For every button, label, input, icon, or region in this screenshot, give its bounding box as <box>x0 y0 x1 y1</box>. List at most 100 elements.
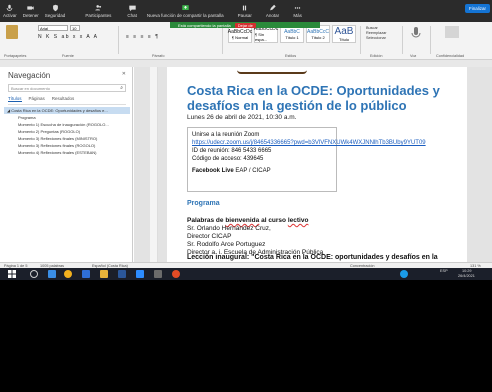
zoom-video-button[interactable]: Detener <box>20 0 42 22</box>
style-name: Título <box>338 37 349 42</box>
share-status-text: Está compartiendo la pantalla <box>178 22 231 28</box>
heading-item[interactable]: Programa <box>4 114 130 121</box>
photos-icon[interactable] <box>154 270 162 278</box>
zoom-audio-button[interactable]: Activar <box>0 0 20 22</box>
stop-share-button[interactable]: Dejar de <box>234 22 256 28</box>
paste-button[interactable] <box>6 25 18 39</box>
style-name: ¶ Sin espa... <box>255 32 268 42</box>
facebook-line: Facebook Live EAP / CICAP <box>192 167 332 175</box>
text-run: al curso <box>259 217 288 224</box>
zoom-more-button[interactable]: Más <box>290 0 305 22</box>
document-date: Lunes 26 de abril de 2021, 10:30 a.m. <box>187 114 297 121</box>
zoom-chat-button[interactable]: Chat <box>124 0 140 22</box>
tab-results[interactable]: Resultados <box>52 96 75 102</box>
navigation-search-input[interactable]: Buscar en documento ⌕ <box>8 84 126 92</box>
zoom-video-label: Detener <box>22 13 39 18</box>
task-view-icon[interactable] <box>48 270 56 278</box>
style-preview: AaB <box>334 26 354 37</box>
dictate-icon[interactable] <box>410 26 422 40</box>
find-button[interactable]: Buscar <box>366 26 386 30</box>
search-placeholder: Buscar en documento <box>11 86 50 91</box>
program-text: Palabras de bienvenida al curso lectivo … <box>187 217 323 257</box>
screen: Activar Detener Seguridad Participantes … <box>0 0 492 280</box>
speaker-line: Director CICAP <box>187 233 232 240</box>
tab-headings[interactable]: Títulos <box>8 96 22 102</box>
access-code: Código de acceso: 439645 <box>192 156 264 162</box>
zoom-annotate-button[interactable]: Anotar <box>263 0 282 22</box>
horizontal-ruler <box>0 60 492 67</box>
ribbon-separator <box>118 26 119 54</box>
select-button[interactable]: Seleccionar <box>366 36 386 40</box>
close-icon[interactable]: ✕ <box>122 71 126 77</box>
search-icon: ⌕ <box>120 85 123 91</box>
text-run: bienvenida <box>225 217 260 224</box>
header-image <box>237 70 307 74</box>
clock-date[interactable]: 26/4/2021 <box>458 273 475 279</box>
word-icon[interactable] <box>118 270 126 278</box>
style-name: ¶ Normal <box>231 34 249 40</box>
chrome-icon[interactable] <box>64 270 72 278</box>
font-size-select[interactable]: 10 <box>70 25 80 31</box>
heading-item[interactable]: ◢ Costa Rica en la OCDE: Oportunidades y… <box>4 107 130 114</box>
zoom-security-label: Seguridad <box>44 13 66 18</box>
navigation-pane: Navegación ✕ Buscar en documento ⌕ Títul… <box>0 67 133 262</box>
document-page[interactable]: Costa Rica en la OCDE: Oportunidades y d… <box>167 67 467 262</box>
ribbon-group-label: Estilos <box>285 54 297 58</box>
speaker-line: Sr. Orlando Hernández Cruz, <box>187 225 271 232</box>
more-dots-icon <box>294 7 301 9</box>
zoom-new-share-button[interactable]: Nueva función de compartir la pantalla <box>144 0 227 22</box>
sensitivity-icon[interactable] <box>445 26 459 38</box>
participants-icon <box>95 5 101 11</box>
share-screen-icon <box>182 5 189 10</box>
zoom-link[interactable]: https://udecr.zoom.us/j/84654336665?pwd=… <box>192 139 426 147</box>
document-area: Costa Rica en la OCDE: Oportunidades y d… <box>134 67 492 262</box>
heading-item[interactable]: Momento 1) Escucha de inauguración (ROGO… <box>4 121 130 128</box>
text-run: lectivo <box>287 217 309 224</box>
navigation-tabs: Títulos Páginas Resultados <box>8 96 74 102</box>
zoom-more-label: Más <box>293 13 302 18</box>
zoom-app-icon[interactable] <box>136 270 144 278</box>
facebook-label: Facebook Live <box>192 168 234 174</box>
style-name: Título 2 <box>311 34 325 40</box>
document-title: Costa Rica en la OCDE: Oportunidades y d… <box>187 83 440 113</box>
heading-item[interactable]: Momento 3) Reflexiones finales (ROGOLO) <box>4 142 130 149</box>
font-name-select[interactable]: Arial <box>38 25 68 31</box>
windows-start-icon[interactable] <box>8 270 16 278</box>
edge-icon[interactable] <box>82 270 90 278</box>
heading-item[interactable]: Momento 4) Reflexiones finales (ESTEBAN) <box>4 149 130 156</box>
screen-share-banner: Está compartiendo la pantalla Dejar de <box>170 22 320 28</box>
welcome-line: Palabras de bienvenida al curso lectivo <box>187 217 323 225</box>
section-heading: Programa <box>187 200 220 207</box>
speaker-line: Sr. Rodolfo Arce Portuguez <box>187 241 266 248</box>
text-run: Palabras de <box>187 217 226 224</box>
input-language[interactable]: ESP <box>440 268 448 274</box>
app-icon[interactable] <box>172 270 180 278</box>
facebook-text: EAP / CICAP <box>233 168 271 174</box>
zoom-new-share-label: Nueva función de compartir la pantalla <box>146 13 224 18</box>
ribbon-group-label: Párrafo <box>152 54 165 58</box>
pen-icon <box>270 4 276 11</box>
replace-button[interactable]: Reemplazar <box>366 31 386 35</box>
lecture-heading: Lección inaugural: "Costa Rica en la OCD… <box>187 254 438 261</box>
ribbon-group-label: Portapapeles <box>4 54 27 58</box>
paragraph-toolbar[interactable]: ≡ ≡ ≡ ≡ ¶ <box>126 34 159 40</box>
heading-item[interactable]: Momento 3) Reflexiones finales (MINISTRO… <box>4 135 130 142</box>
navigation-title: Navegación <box>8 71 51 80</box>
network-icon[interactable] <box>400 270 408 278</box>
shield-icon <box>52 4 58 12</box>
zoom-control-bar: Activar Detener Seguridad Participantes … <box>0 0 492 22</box>
heading-item[interactable]: Momento 2) Preguntas (ROGOLO) <box>4 128 130 135</box>
editing-group: Buscar Reemplazar Seleccionar <box>366 26 386 40</box>
zoom-participants-button[interactable]: Participantes <box>82 0 114 22</box>
chat-bubble-icon <box>128 5 136 12</box>
file-explorer-icon[interactable] <box>100 270 108 278</box>
style-title[interactable]: AaB Título <box>332 25 356 43</box>
tab-pages[interactable]: Páginas <box>29 96 45 102</box>
zoom-security-button[interactable]: Seguridad <box>42 0 69 22</box>
pause-icon <box>243 5 247 11</box>
zoom-pause-button[interactable]: Pausar <box>235 0 255 22</box>
text-format-toolbar[interactable]: N K S ab x x A A <box>38 34 98 40</box>
meeting-id: ID de reunión: 846 5433 6665 <box>192 148 272 154</box>
search-icon[interactable] <box>30 270 38 278</box>
zoom-leave-button[interactable]: Finalizar <box>464 4 490 13</box>
